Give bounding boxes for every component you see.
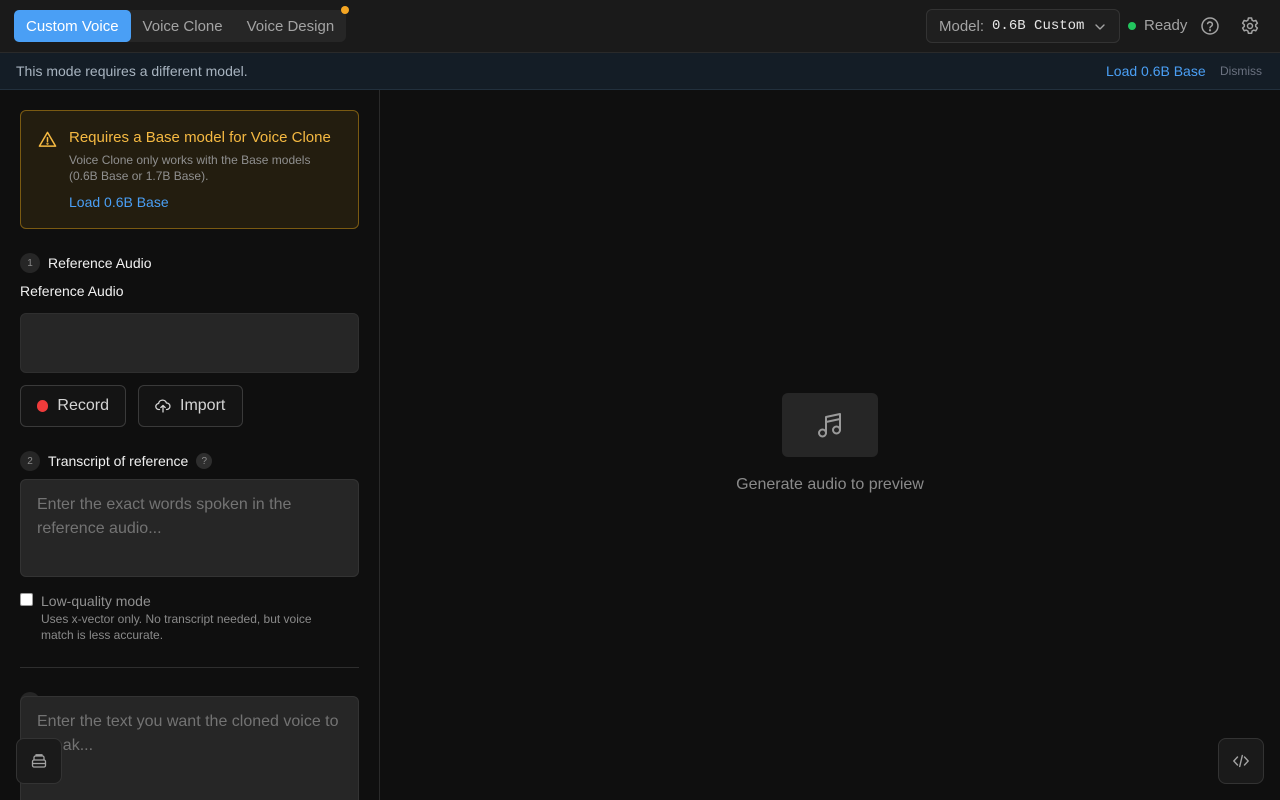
- code-icon: [1233, 754, 1249, 768]
- warning-triangle-icon: [38, 131, 57, 147]
- warning-load-link[interactable]: Load 0.6B Base: [69, 194, 169, 210]
- warning-box: Requires a Base model for Voice Clone Vo…: [20, 110, 359, 229]
- model-label: Model:: [939, 17, 985, 35]
- music-note-icon: [818, 413, 841, 438]
- left-panel: Requires a Base model for Voice Clone Vo…: [0, 90, 380, 800]
- low-quality-checkbox[interactable]: [20, 593, 33, 606]
- model-select[interactable]: Model: 0.6B Custom: [926, 9, 1120, 43]
- transcript-input[interactable]: [20, 479, 359, 577]
- section-divider: [20, 667, 359, 668]
- step-number: 2: [20, 451, 40, 471]
- chevron-down-icon: [1095, 24, 1105, 30]
- notice-text: This mode requires a different model.: [16, 63, 248, 79]
- status-dot: [1128, 21, 1136, 30]
- reference-audio-box[interactable]: [20, 313, 359, 373]
- status-indicator: Ready: [1128, 17, 1187, 34]
- top-bar: Custom Voice Voice Clone Voice Design Mo…: [0, 0, 1280, 53]
- step-title: Transcript of reference: [48, 453, 189, 469]
- stack-icon: [31, 754, 47, 768]
- record-icon: [37, 400, 49, 412]
- record-button[interactable]: Record: [20, 385, 126, 427]
- step-number: 1: [20, 253, 40, 273]
- notification-dot: [341, 6, 349, 14]
- model-value: 0.6B Custom: [992, 18, 1085, 34]
- code-button[interactable]: [1218, 738, 1264, 784]
- gear-icon[interactable]: [1240, 16, 1260, 36]
- stack-button[interactable]: [16, 738, 62, 784]
- warning-title: Requires a Base model for Voice Clone: [69, 129, 331, 146]
- help-icon[interactable]: [1200, 16, 1220, 36]
- target-text-input[interactable]: [20, 696, 359, 800]
- notice-bar: This mode requires a different model. Lo…: [0, 53, 1280, 90]
- help-badge[interactable]: ?: [196, 453, 213, 469]
- tab-custom-voice[interactable]: Custom Voice: [14, 10, 131, 42]
- low-quality-label: Low-quality mode: [41, 593, 151, 609]
- status-text: Ready: [1144, 17, 1188, 34]
- step-reference-audio: 1 Reference Audio: [20, 253, 152, 273]
- step-transcript: 2 Transcript of reference ?: [20, 451, 213, 471]
- record-label: Record: [57, 397, 109, 414]
- tab-voice-clone[interactable]: Voice Clone: [131, 10, 235, 42]
- import-label: Import: [180, 397, 226, 414]
- dismiss-button[interactable]: Dismiss: [1220, 64, 1262, 78]
- upload-cloud-icon: [155, 399, 171, 413]
- warning-description: Voice Clone only works with the Base mod…: [69, 153, 311, 183]
- import-button[interactable]: Import: [138, 385, 243, 427]
- preview-message: Generate audio to preview: [736, 476, 924, 493]
- reference-audio-label: Reference Audio: [20, 283, 124, 299]
- step-title: Reference Audio: [48, 255, 152, 271]
- low-quality-description: Uses x-vector only. No transcript needed…: [41, 612, 312, 642]
- tab-voice-design[interactable]: Voice Design: [235, 10, 347, 42]
- mode-tabs: Custom Voice Voice Clone Voice Design: [14, 10, 347, 42]
- load-base-link[interactable]: Load 0.6B Base: [1106, 63, 1206, 79]
- preview-placeholder: [782, 393, 878, 457]
